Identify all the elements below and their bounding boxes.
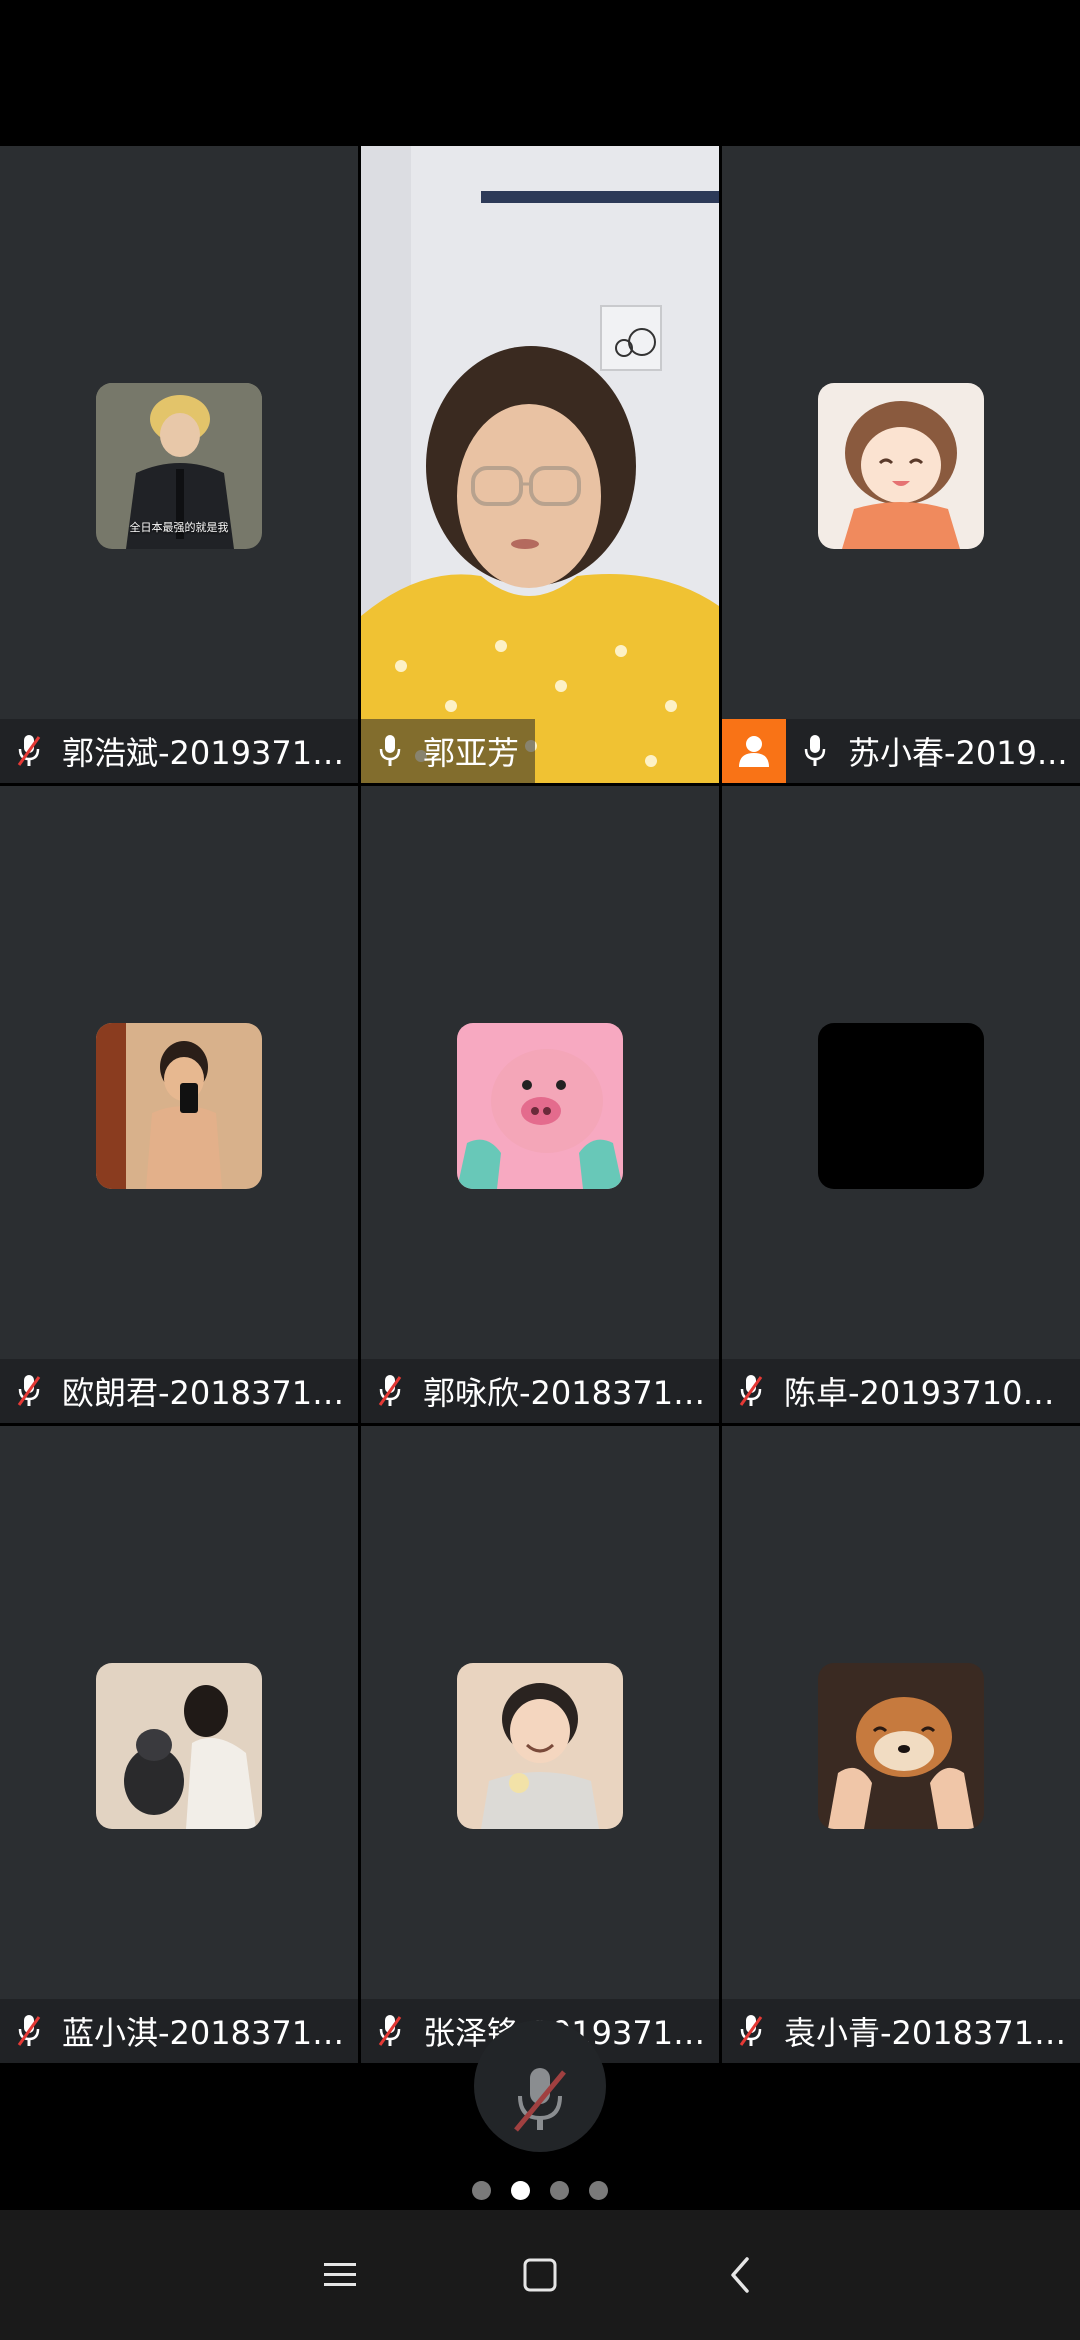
participant-name: 袁小青-20183710... <box>784 2014 1080 2052</box>
menu-icon <box>324 2263 356 2286</box>
page-indicator[interactable] <box>0 2181 1080 2201</box>
participant-name: 陈卓-2019371001... <box>784 1374 1080 1412</box>
participant-name: 苏小春-2019... <box>848 734 1068 772</box>
avatar: 全日本最强的就是我 <box>96 383 262 549</box>
name-bar: 欧朗君-20183710... <box>0 1359 358 1423</box>
mic-muted-icon[interactable] <box>16 2013 42 2049</box>
participant-tile[interactable]: 袁小青-20183710... <box>722 1426 1080 2063</box>
back-button[interactable] <box>710 2245 770 2305</box>
page-dot[interactable] <box>589 2181 608 2200</box>
avatar-image <box>457 1023 623 1189</box>
participant-tile[interactable]: 全日本最强的就是我 郭浩斌-20193710... <box>0 146 358 783</box>
top-status-area <box>0 0 1080 146</box>
mic-icon[interactable] <box>802 733 828 769</box>
avatar <box>96 1023 262 1189</box>
participant-name: 欧朗君-20183710... <box>62 1374 358 1412</box>
participant-tile[interactable]: 陈卓-2019371001... <box>722 786 1080 1423</box>
name-bar: 郭浩斌-20193710... <box>0 719 358 783</box>
name-bar: 郭亚芳 <box>361 719 719 783</box>
participant-name: 蓝小淇-20183711... <box>62 2014 358 2052</box>
avatar <box>818 1663 984 1829</box>
page-dot[interactable] <box>472 2181 491 2200</box>
name-chip: 郭亚芳 <box>361 719 536 783</box>
video-feed <box>361 146 719 783</box>
participant-tile[interactable]: 蓝小淇-20183711... <box>0 1426 358 2063</box>
avatar-image <box>96 1663 262 1829</box>
mic-icon[interactable] <box>377 733 403 769</box>
mic-muted-icon <box>514 2068 566 2132</box>
participant-tile[interactable]: 张泽锋-20193711... <box>361 1426 719 2063</box>
avatar-caption: 全日本最强的就是我 <box>129 521 229 534</box>
avatar <box>818 1023 984 1189</box>
system-navigation-bar <box>0 2210 1080 2340</box>
home-button[interactable] <box>510 2245 570 2305</box>
avatar <box>96 1663 262 1829</box>
name-bar: 苏小春-2019... <box>722 719 1080 783</box>
participant-grid: 全日本最强的就是我 郭浩斌-20193710... 郭亚芳 苏小春-2019..… <box>0 146 1080 2063</box>
name-bar: 郭咏欣-20183710... <box>361 1359 719 1423</box>
page-dot-current[interactable] <box>511 2181 530 2200</box>
home-square-icon <box>523 2258 557 2292</box>
avatar-image <box>818 1663 984 1829</box>
participant-tile-active-speaker[interactable]: 郭亚芳 <box>361 146 719 783</box>
menu-button[interactable] <box>310 2245 370 2305</box>
avatar-image <box>818 383 984 549</box>
avatar-image <box>96 1023 262 1189</box>
mic-muted-icon[interactable] <box>377 1373 403 1409</box>
participant-name: 郭亚芳 <box>423 734 520 772</box>
mic-muted-icon[interactable] <box>16 1373 42 1409</box>
name-bar: 袁小青-20183710... <box>722 1999 1080 2063</box>
avatar <box>818 383 984 549</box>
mic-muted-icon[interactable] <box>738 2013 764 2049</box>
back-chevron-icon <box>731 2257 749 2293</box>
participant-name: 郭浩斌-20193710... <box>62 734 358 772</box>
participant-name: 郭咏欣-20183710... <box>423 1374 719 1412</box>
page-dot[interactable] <box>550 2181 569 2200</box>
mic-muted-icon[interactable] <box>738 1373 764 1409</box>
participant-tile[interactable]: 欧朗君-20183710... <box>0 786 358 1423</box>
avatar-image <box>457 1663 623 1829</box>
mic-muted-icon[interactable] <box>377 2013 403 2049</box>
participant-tile[interactable]: 苏小春-2019... <box>722 146 1080 783</box>
person-icon <box>739 736 769 767</box>
name-bar: 蓝小淇-20183711... <box>0 1999 358 2063</box>
avatar <box>457 1023 623 1189</box>
host-badge <box>722 719 786 783</box>
avatar <box>457 1663 623 1829</box>
mute-toggle-button[interactable] <box>474 2020 606 2152</box>
name-bar: 陈卓-2019371001... <box>722 1359 1080 1423</box>
mic-muted-icon[interactable] <box>16 733 42 769</box>
participant-tile[interactable]: 郭咏欣-20183710... <box>361 786 719 1423</box>
